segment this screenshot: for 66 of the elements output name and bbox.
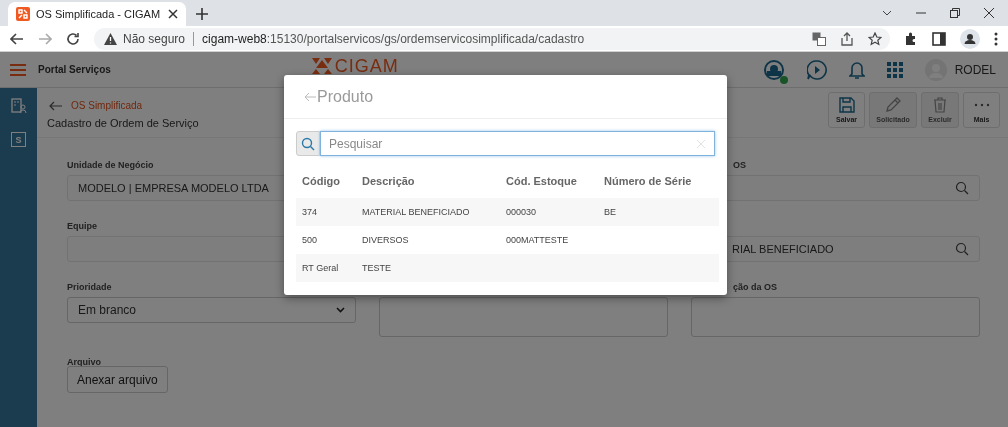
table-row[interactable]: RT Geral TESTE [296,254,719,282]
logo-text: CIGAM [334,57,399,75]
side-panel-icon[interactable] [932,31,946,46]
more-icon[interactable] [994,31,998,46]
table-cell: BE [604,207,616,217]
chevron-down-icon [336,307,345,313]
building-person-icon[interactable] [10,98,27,114]
trash-icon [932,97,948,113]
browser-tab[interactable]: OS Simplificada - CIGAM [8,2,186,26]
field-label: Prioridade [67,282,112,292]
play-chat-icon[interactable] [806,59,827,80]
chevron-down-icon[interactable] [882,10,892,16]
table-cell: 500 [302,235,318,245]
search-icon [955,242,969,256]
address-bar[interactable]: Não seguro cigam-web8:15130/portalservicos/gs/ordemservicosimplificada/cadastro [94,27,890,50]
star-icon[interactable] [868,31,882,46]
page-title: Cadastro de Ordem de Serviço [47,117,199,129]
select-field[interactable]: Em branco [67,297,356,323]
search-icon [955,181,969,195]
field-label: OS [732,160,746,170]
close-icon[interactable] [984,8,994,18]
column-header: Cód. Estoque [506,175,578,187]
table-cell: TESTE [362,263,391,273]
apps-grid-icon[interactable] [886,61,903,78]
security-label: Não seguro [123,31,186,46]
back-icon[interactable] [10,32,24,45]
puzzle-icon[interactable] [904,31,918,46]
table-row[interactable]: 374 MATERIAL BENEFICIADO 000030 BE [296,198,719,226]
column-header: Número de Série [604,175,693,187]
translate-icon[interactable] [812,31,826,46]
column-header: Código [302,175,341,187]
url-text: cigam-web8:15130/portalservicos/gs/ordemservicosimplificada/cadastro [202,31,585,46]
bell-icon[interactable] [848,59,865,80]
field-label: ção da OS [732,282,777,292]
table-cell: 000030 [506,207,537,217]
breadcrumb-link[interactable]: OS Simplificada [71,100,143,111]
support-icon[interactable] [762,58,785,81]
new-tab-icon[interactable] [196,8,208,20]
field-label: Equipe [67,221,97,231]
user-name[interactable]: RODEL [954,62,996,77]
tab-title: OS Simplificada - CIGAM [36,8,162,20]
table-cell: MATERIAL BENEFICIADO [362,207,470,217]
profile-icon[interactable] [960,28,980,49]
attach-file-button[interactable]: Anexar arquivo [67,366,168,393]
share-icon[interactable] [840,31,854,46]
favicon-icon [16,7,30,21]
back-arrow-icon[interactable] [49,100,63,111]
reload-icon[interactable] [66,31,80,46]
search-icon [301,136,315,151]
table-cell: DIVERSOS [362,235,409,245]
column-header: Descrição [362,175,416,187]
sidebar-item[interactable]: S [11,132,26,147]
restore-icon[interactable] [950,8,960,18]
menu-icon[interactable] [10,63,26,76]
field-label: Unidade de Negócio [67,160,154,170]
logo-icon [310,57,333,75]
warning-icon [104,32,117,45]
field-label: Arquivo [67,357,101,367]
app-title: Portal Serviços [38,64,111,75]
table-cell: 000MATTESTE [506,235,569,245]
dialog-title: Produto [317,87,374,106]
save-icon [838,97,855,113]
table-cell: 374 [302,207,318,217]
close-icon[interactable] [168,9,178,19]
table-cell: RT Geral [302,263,339,273]
pencil-icon [885,97,901,113]
